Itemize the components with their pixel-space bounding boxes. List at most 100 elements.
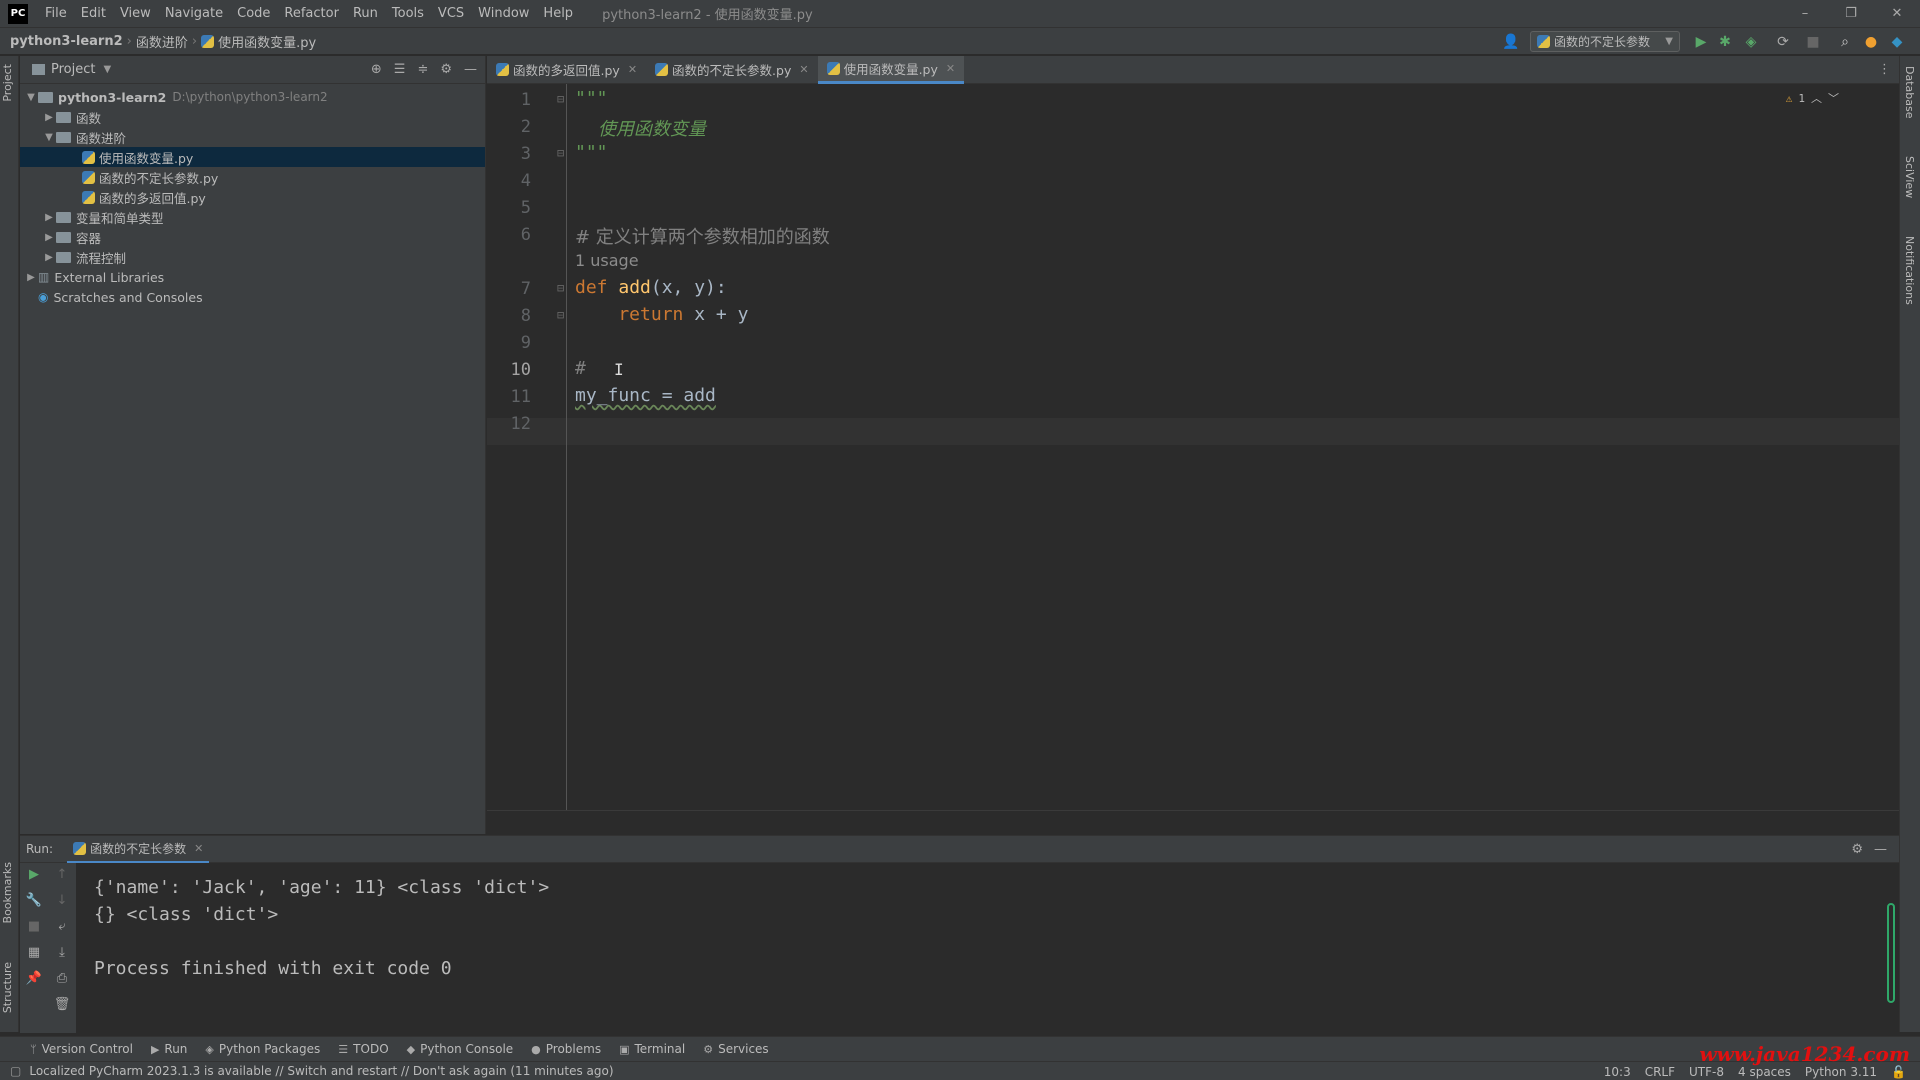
status-square-icon[interactable]: ▢ [0,1064,21,1078]
pin-icon[interactable]: 📌 [24,971,44,986]
scroll-to-end-icon[interactable]: ⤓ [52,945,72,960]
stop-icon[interactable]: ■ [24,919,44,934]
console-scrollbar[interactable] [1887,903,1895,1003]
tab-file[interactable]: 函数的不定长参数.py ✕ [646,56,818,84]
wrench-icon[interactable]: 🔧 [24,893,44,908]
run-configuration-select[interactable]: 函数的不定长参数 ▼ [1530,31,1680,52]
tree-item-scratches[interactable]: ◉ Scratches and Consoles [20,287,485,307]
chevron-right-icon[interactable]: ▶ [42,212,56,223]
menu-edit[interactable]: Edit [74,6,113,21]
menu-window[interactable]: Window [471,6,536,21]
more-tabs-icon[interactable]: ⋮ [1878,62,1891,77]
services-button[interactable]: ⚙ Services [694,1042,777,1056]
chevron-right-icon[interactable]: ▶ [42,232,56,243]
tab-file[interactable]: 函数的多返回值.py ✕ [487,56,646,84]
debug-icon[interactable]: ✱ [1716,33,1734,51]
tree-item-folder[interactable]: ▶ 变量和简单类型 [20,207,485,227]
jetbrains-icon[interactable]: ◆ [1888,33,1906,51]
menu-tools[interactable]: Tools [385,6,431,21]
sciview-tool-button[interactable]: SciView [1903,156,1916,198]
interpreter[interactable]: Python 3.11 [1805,1065,1877,1079]
minimize-button[interactable]: – [1782,0,1828,28]
locate-icon[interactable]: ⊕ [371,62,382,77]
fold-icon[interactable]: ⊟ [557,146,564,160]
trash-icon[interactable]: 🗑 [52,997,72,1012]
chevron-down-icon[interactable]: ▼ [24,92,38,103]
chevron-up-icon[interactable]: ︿ [1811,90,1822,106]
run-tab[interactable]: 函数的不定长参数 ✕ [67,835,210,863]
profile-icon[interactable]: ⟳ [1774,33,1792,51]
caret-position[interactable]: 10:3 [1604,1065,1631,1079]
status-message[interactable]: Localized PyCharm 2023.1.3 is available … [29,1064,613,1078]
hide-icon[interactable]: — [1874,842,1887,857]
problems-button[interactable]: ● Problems [522,1042,610,1056]
run-icon[interactable]: ▶ [1692,33,1710,51]
menu-vcs[interactable]: VCS [431,6,471,21]
menu-file[interactable]: File [38,6,74,21]
editor-horizontal-scrollbar[interactable] [487,810,1899,834]
tree-item-root[interactable]: ▼ python3-learn2 D:\python\python3-learn… [20,87,485,107]
fold-icon[interactable]: ⊟ [557,308,564,322]
soft-wrap-icon[interactable]: ⤶ [52,919,72,934]
restore-button[interactable]: ❐ [1828,0,1874,28]
close-icon[interactable]: ✕ [628,63,637,76]
tree-item-folder[interactable]: ▶ 流程控制 [20,247,485,267]
tree-item-folder[interactable]: ▶ 函数 [20,107,485,127]
indent-setting[interactable]: 4 spaces [1738,1065,1791,1079]
close-icon[interactable]: ✕ [194,842,203,855]
menu-code[interactable]: Code [230,6,277,21]
file-encoding[interactable]: UTF-8 [1689,1065,1724,1079]
project-tool-button[interactable]: Project [1,64,14,102]
chevron-right-icon[interactable]: ▶ [24,272,38,283]
fold-icon[interactable]: ⊟ [557,281,564,295]
gear-icon[interactable]: ⚙ [440,62,452,77]
chevron-right-icon[interactable]: ▶ [42,252,56,263]
hide-icon[interactable]: — [464,62,477,77]
console-output[interactable]: {'name': 'Jack', 'age': 11} <class 'dict… [76,863,1899,1033]
arrow-down-icon[interactable]: ↓ [52,893,72,908]
tree-item-folder[interactable]: ▶ 容器 [20,227,485,247]
tab-file-active[interactable]: 使用函数变量.py ✕ [817,55,965,84]
close-icon[interactable]: ✕ [946,62,955,75]
breadcrumb-folder[interactable]: 函数进阶 [136,32,188,51]
menu-view[interactable]: View [113,6,158,21]
collapse-all-icon[interactable]: ≑ [417,62,428,77]
close-window-button[interactable]: ✕ [1874,0,1920,28]
tree-item-file-selected[interactable]: 使用函数变量.py [20,147,485,167]
menu-refactor[interactable]: Refactor [277,6,346,21]
gear-icon[interactable]: ⚙ [1851,842,1863,857]
print-icon[interactable]: ⎙ [52,971,72,986]
lock-icon[interactable]: 🔓 [1891,1065,1906,1079]
bookmarks-tool-button[interactable]: Bookmarks [1,862,14,923]
expand-all-icon[interactable]: ☰ [394,62,406,77]
notifications-tool-button[interactable]: Notifications [1903,236,1916,305]
arrow-up-icon[interactable]: ↑ [52,867,72,882]
database-tool-button[interactable]: Database [1903,66,1916,119]
search-icon[interactable]: ⌕ [1836,33,1854,51]
close-icon[interactable]: ✕ [799,63,808,76]
run-tool-button[interactable]: ▶ Run [142,1042,196,1056]
chevron-down-icon[interactable]: ▼ [42,132,56,143]
menu-run[interactable]: Run [346,6,385,21]
coverage-icon[interactable]: ◈ [1742,33,1760,51]
menu-help[interactable]: Help [536,6,580,21]
tree-item-file[interactable]: 函数的不定长参数.py [20,167,485,187]
version-control-button[interactable]: ᛘ Version Control [0,1042,142,1056]
menu-navigate[interactable]: Navigate [158,6,230,21]
update-icon[interactable]: ● [1862,33,1880,51]
breadcrumb-file[interactable]: 使用函数变量.py [218,32,316,51]
todo-button[interactable]: ☰ TODO [329,1042,397,1056]
chevron-down-icon[interactable]: ▼ [103,64,111,75]
python-console-button[interactable]: ◆ Python Console [398,1042,523,1056]
code-editor[interactable]: """ 使用函数变量 """ # 定义计算两个参数相加的函数 1 usage d… [568,84,1899,810]
layout-icon[interactable]: ▦ [24,945,44,960]
project-panel-title[interactable]: Project [51,62,95,77]
chevron-right-icon[interactable]: ▶ [42,112,56,123]
rerun-icon[interactable]: ▶ [24,867,44,882]
chevron-down-icon[interactable]: ﹀ [1828,90,1839,106]
tree-item-file[interactable]: 函数的多返回值.py [20,187,485,207]
usage-hint[interactable]: 1 usage [575,251,639,270]
structure-tool-button[interactable]: Structure [1,962,14,1013]
tree-item-folder[interactable]: ▼ 函数进阶 [20,127,485,147]
python-packages-button[interactable]: ◈ Python Packages [196,1042,329,1056]
